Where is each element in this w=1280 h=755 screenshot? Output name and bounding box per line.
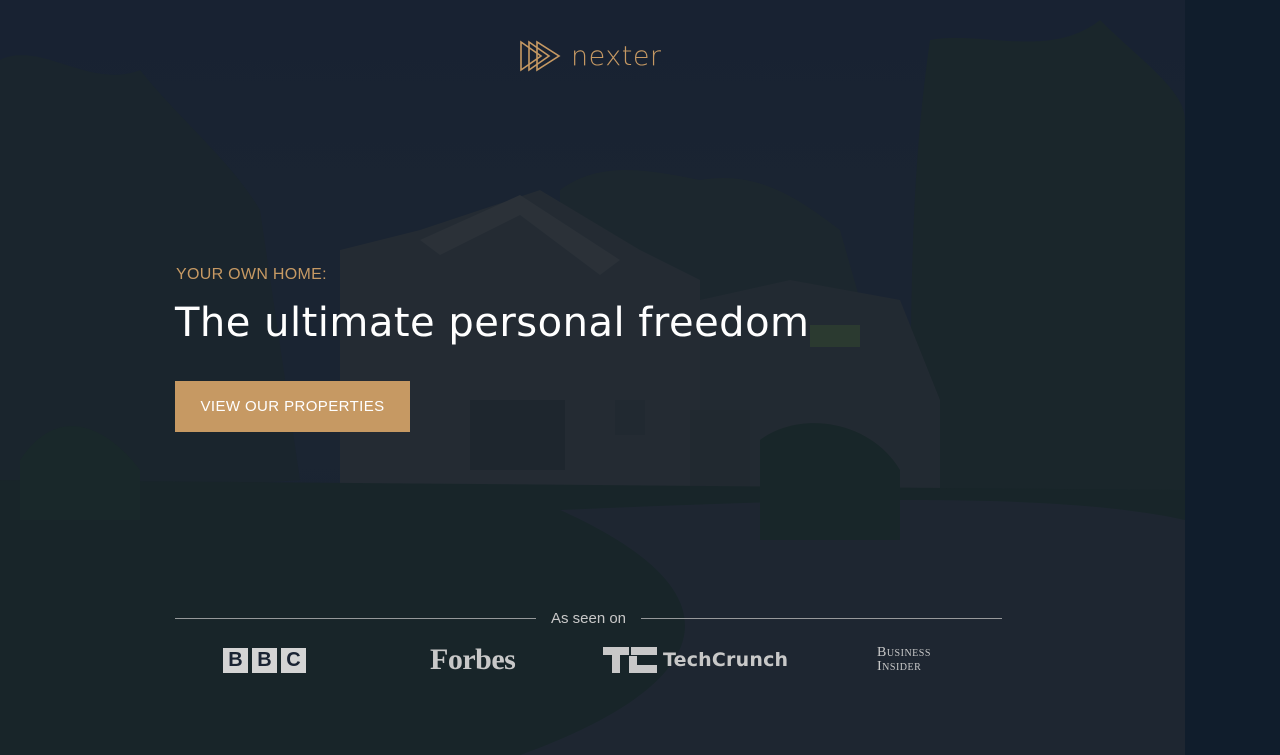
techcrunch-logo: TechCrunch bbox=[603, 640, 788, 680]
triple-play-triangle-icon bbox=[520, 40, 561, 72]
brand-name: nexter bbox=[571, 40, 662, 72]
sidebar bbox=[1185, 0, 1280, 755]
business-insider-line-2: Insider bbox=[877, 659, 922, 674]
press-logos: B B C Forbes TechCrunch Business Insider bbox=[0, 640, 1185, 680]
bbc-letter-b2: B bbox=[252, 647, 277, 673]
business-insider-logo: Business Insider bbox=[877, 640, 931, 680]
techcrunch-mark-icon bbox=[603, 647, 657, 673]
business-insider-line-1: Business bbox=[877, 645, 931, 660]
as-seen-on-label: As seen on bbox=[550, 609, 627, 627]
bbc-letter-c: C bbox=[281, 647, 306, 673]
techcrunch-wordmark: TechCrunch bbox=[663, 649, 789, 671]
forbes-wordmark: Forbes bbox=[430, 643, 516, 676]
divider-line-left bbox=[175, 617, 536, 619]
bbc-logo: B B C bbox=[223, 640, 310, 680]
hero-title: The ultimate personal freedom bbox=[175, 300, 810, 346]
bbc-letter-b1: B bbox=[223, 647, 248, 673]
forbes-logo: Forbes bbox=[430, 640, 516, 680]
page: nexter YOUR OWN HOME: The ultimate perso… bbox=[0, 0, 1280, 755]
as-seen-on-divider: As seen on bbox=[175, 608, 1002, 628]
hero-subtitle: YOUR OWN HOME: bbox=[176, 266, 327, 283]
hero-section: nexter YOUR OWN HOME: The ultimate perso… bbox=[0, 0, 1185, 755]
brand-logo[interactable]: nexter bbox=[519, 38, 662, 74]
view-properties-button[interactable]: VIEW OUR PROPERTIES bbox=[175, 381, 410, 432]
divider-line-right bbox=[641, 617, 1002, 619]
